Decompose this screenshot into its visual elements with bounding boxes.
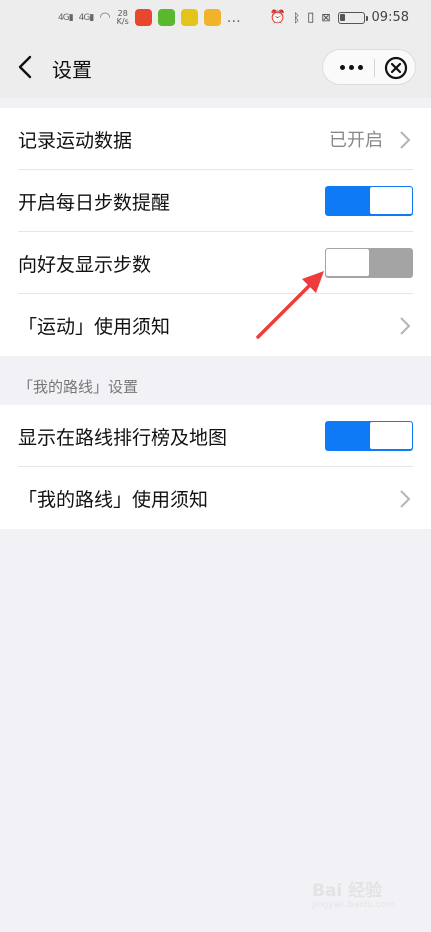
more-dots-icon	[339, 64, 345, 70]
chevron-right-icon	[400, 131, 411, 149]
sport-terms-row[interactable]: 「运动」使用须知	[0, 294, 431, 356]
app-notification-icon-3	[180, 9, 198, 26]
row-label: 「运动」使用须知	[18, 315, 171, 338]
wifi-icon: ◠	[99, 10, 111, 25]
battery-icon	[337, 11, 368, 24]
row-label: 记录运动数据	[18, 129, 133, 152]
status-left: 4G▮ 4G▮ ◠ 28 K/s …	[58, 9, 241, 26]
wechat-notification-icon	[157, 9, 175, 26]
show-steps-to-friends-row: 向好友显示步数	[0, 232, 431, 294]
row-value: 已开启	[329, 130, 383, 151]
app-notification-icon-1	[134, 9, 152, 26]
show-steps-to-friends-toggle[interactable]	[325, 248, 413, 278]
no-sim-icon: ⊠	[321, 11, 331, 24]
back-button[interactable]	[14, 52, 40, 82]
section-header-my-route: 「我的路线」设置	[18, 378, 139, 396]
alarm-icon: ⏰	[269, 10, 286, 25]
close-button[interactable]	[383, 55, 409, 81]
watermark-url: jingyan.baidu.com	[312, 900, 396, 910]
route-terms-row[interactable]: 「我的路线」使用须知	[0, 467, 431, 529]
daily-step-reminder-row: 开启每日步数提醒	[0, 170, 431, 232]
status-time: 09:58	[371, 10, 409, 25]
app-notification-icon-4	[203, 9, 221, 26]
watermark-logo: Bai 经验	[312, 881, 383, 901]
row-label: 向好友显示步数	[18, 253, 152, 276]
signal-icon: 4G▮	[58, 12, 74, 23]
daily-step-reminder-toggle[interactable]	[325, 186, 413, 216]
more-notifications-icon: …	[226, 9, 241, 26]
record-sport-data-row[interactable]: 记录运动数据 已开启	[0, 108, 431, 170]
chevron-left-icon	[18, 55, 32, 79]
row-label: 开启每日步数提醒	[18, 191, 171, 214]
more-button[interactable]	[329, 50, 373, 84]
capsule-divider	[374, 59, 375, 77]
row-label: 「我的路线」使用须知	[18, 488, 209, 511]
settings-group-sport: 记录运动数据 已开启 开启每日步数提醒 向好友显示步数 「运动」使用须知	[0, 108, 431, 356]
chevron-right-icon	[400, 490, 411, 508]
close-circle-icon	[384, 56, 408, 80]
settings-group-route: 显示在路线排行榜及地图 「我的路线」使用须知	[0, 405, 431, 529]
mini-program-capsule	[322, 49, 416, 85]
signal-icon-2: 4G▮	[78, 12, 95, 23]
status-right: ⏰ ᛒ ▯ ⊠ 09:58	[270, 10, 409, 25]
chevron-right-icon	[400, 317, 411, 335]
route-leaderboard-row: 显示在路线排行榜及地图	[0, 405, 431, 467]
page-title: 设置	[52, 58, 92, 82]
route-leaderboard-toggle[interactable]	[325, 421, 413, 451]
net-speed: 28 K/s	[116, 8, 129, 26]
bluetooth-icon: ᛒ	[292, 10, 301, 25]
row-label: 显示在路线排行榜及地图	[18, 426, 228, 449]
nav-bar: 设置	[0, 38, 431, 98]
vibrate-icon: ▯	[307, 10, 315, 25]
status-bar: 4G▮ 4G▮ ◠ 28 K/s … ⏰ ᛒ ▯ ⊠ 09:58	[0, 0, 431, 38]
baidu-jingyan-watermark: Bai 经验 jingyan.baidu.com	[312, 872, 412, 920]
